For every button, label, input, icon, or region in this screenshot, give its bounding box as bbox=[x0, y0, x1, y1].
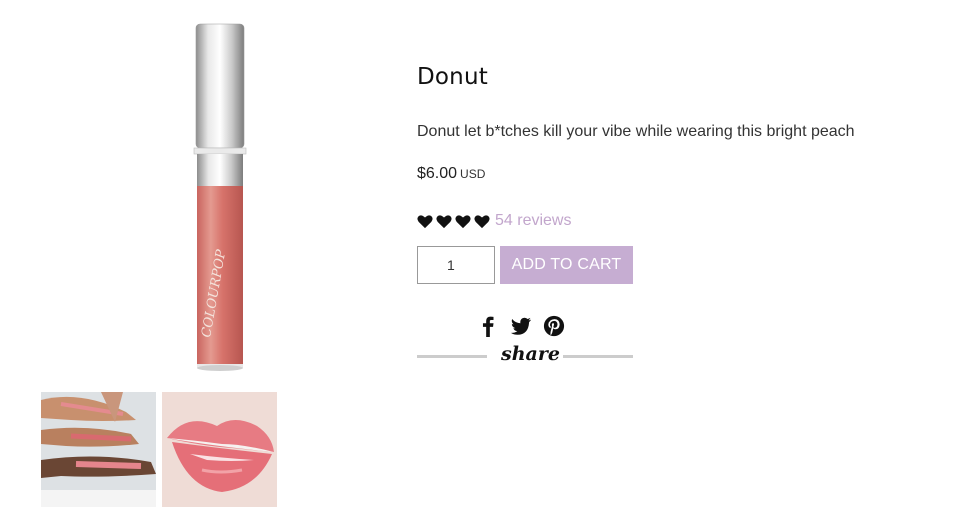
product-rating: 54 reviews bbox=[417, 212, 571, 230]
share-divider-right bbox=[563, 355, 633, 358]
heart-icon bbox=[417, 214, 433, 228]
product-gallery: COLOURPOP bbox=[0, 0, 320, 526]
price-currency: USD bbox=[460, 167, 486, 181]
reviews-link[interactable]: 54 reviews bbox=[495, 212, 571, 230]
facebook-icon[interactable] bbox=[477, 315, 499, 337]
twitter-icon[interactable] bbox=[510, 315, 532, 337]
thumbnail-arm-swatches[interactable] bbox=[41, 392, 156, 507]
product-title: Donut bbox=[417, 64, 488, 90]
share-label: share bbox=[501, 343, 560, 365]
thumbnail-lips[interactable] bbox=[162, 392, 277, 507]
quantity-input[interactable] bbox=[417, 246, 495, 284]
rating-hearts bbox=[417, 214, 490, 229]
product-details: Donut Donut let b*tches kill your vibe w… bbox=[417, 0, 937, 526]
heart-icon bbox=[455, 214, 471, 228]
share-divider-left bbox=[417, 355, 487, 358]
main-product-image[interactable]: COLOURPOP bbox=[170, 18, 270, 378]
add-to-cart-form: ADD TO CART bbox=[417, 246, 633, 284]
share-icons bbox=[477, 315, 565, 337]
add-to-cart-button[interactable]: ADD TO CART bbox=[500, 246, 633, 284]
heart-icon bbox=[436, 214, 452, 228]
product-description: Donut let b*tches kill your vibe while w… bbox=[417, 123, 855, 140]
share-section: share bbox=[417, 315, 633, 375]
product-price: $6.00 USD bbox=[417, 165, 485, 183]
price-amount: $6.00 bbox=[417, 165, 458, 182]
heart-icon bbox=[474, 214, 490, 228]
pinterest-icon[interactable] bbox=[543, 315, 565, 337]
